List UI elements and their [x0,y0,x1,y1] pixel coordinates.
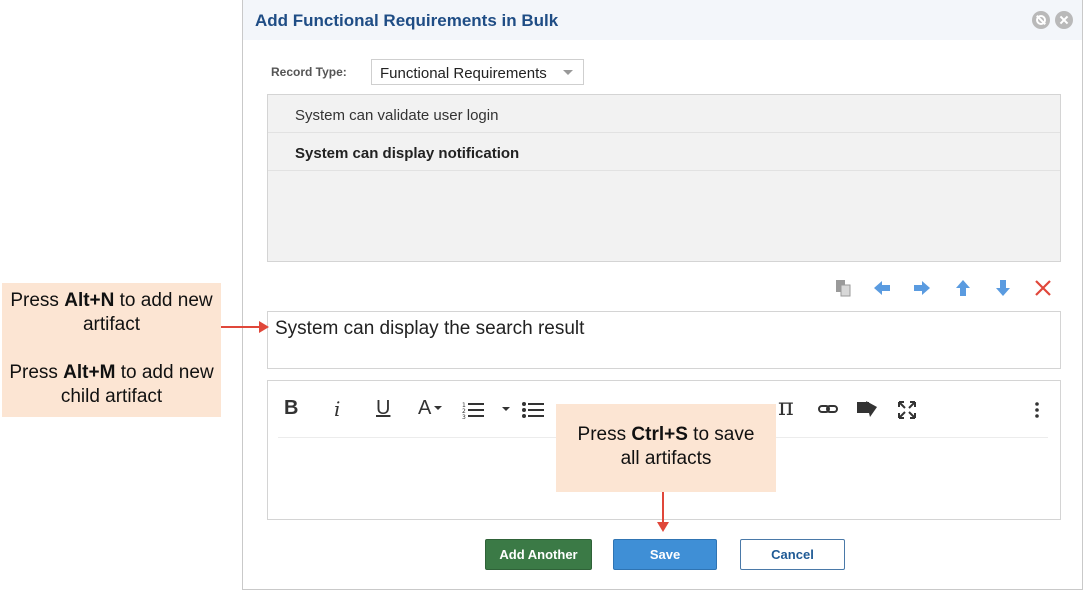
record-type-value: Functional Requirements [380,65,547,82]
callout-arrowhead [657,522,669,532]
record-type-label: Record Type: [271,65,347,79]
arrow-left-icon[interactable] [872,278,892,298]
font-color-icon[interactable]: A [418,397,431,420]
italic-icon[interactable]: i [334,397,340,421]
special-action-icon[interactable] [856,399,878,424]
artifact-text: System can validate user login [295,107,499,124]
arrow-right-icon[interactable] [912,278,932,298]
artifact-list: System can validate user login System ca… [267,94,1061,262]
unordered-list-icon[interactable] [522,401,546,424]
callout-arrowhead [259,321,269,333]
ordered-list-icon[interactable]: 123 [462,401,486,424]
list-item[interactable]: System can display notification [268,133,1060,171]
save-button[interactable]: Save [613,539,717,570]
dialog-titlebar: Add Functional Requirements in Bulk [243,0,1082,40]
svg-text:3: 3 [462,414,466,419]
ctrl-s-hint: Press Ctrl+S to save all artifacts [577,424,755,469]
chevron-down-icon [434,406,442,410]
fullscreen-icon[interactable] [898,401,916,424]
artifact-name-input[interactable]: System can display the search result [267,311,1061,369]
close-icon[interactable] [1055,11,1073,29]
cancel-button[interactable]: Cancel [740,539,845,570]
chevron-down-icon [502,407,510,411]
artifact-text: System can display notification [295,145,520,162]
list-item[interactable]: System can validate user login [268,95,1060,133]
shortcut-callout-add: Press Alt+N to add new artifact Press Al… [2,283,221,417]
arrow-down-icon[interactable] [993,278,1013,298]
pi-icon[interactable]: π [778,393,794,421]
alt-n-hint: Press Alt+N to add new artifact [10,290,213,335]
alt-m-hint: Press Alt+M to add new child artifact [9,362,214,407]
link-icon[interactable] [818,401,838,422]
underline-icon[interactable]: U [376,397,390,420]
dialog-title: Add Functional Requirements in Bulk [255,11,559,30]
record-type-select[interactable]: Functional Requirements [371,59,584,85]
callout-arrow-line [221,326,261,328]
delete-icon[interactable] [1033,278,1053,298]
paste-icon[interactable] [833,278,853,298]
add-another-button[interactable]: Add Another [485,539,592,570]
chevron-down-icon [563,70,573,75]
arrow-up-icon[interactable] [953,278,973,298]
bold-icon[interactable]: B [284,397,298,420]
artifact-name-value: System can display the search result [275,318,585,339]
more-options-icon[interactable] [1034,401,1040,424]
shortcut-callout-save: Press Ctrl+S to save all artifacts [556,404,776,492]
minimize-icon[interactable] [1032,11,1050,29]
callout-arrow-line [662,492,664,524]
